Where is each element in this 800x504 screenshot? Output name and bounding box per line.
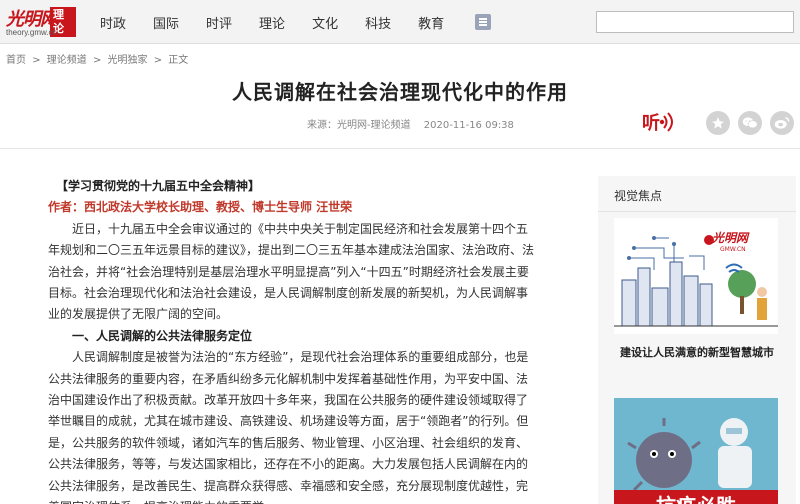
nav-item-politics[interactable]: 时政 — [100, 13, 126, 32]
image-logo-text: 光明网 — [711, 231, 750, 245]
search-input[interactable] — [596, 11, 794, 33]
breadcrumb-home[interactable]: 首页 — [6, 55, 26, 66]
article-paragraph: 人民调解制度是被誉为法治的“东方经验”，是现代社会治理体系的重要组成部分，也是公… — [48, 350, 529, 504]
star-icon[interactable] — [706, 111, 730, 135]
site-logo[interactable]: 光明网 理论 theory.gmw.cn — [6, 4, 76, 40]
article-heading: 【学习贯彻党的十九届五中全会精神】 — [56, 179, 261, 193]
section-heading: 一、人民调解的公共法律服务定位 — [72, 328, 253, 343]
listen-label: 听 — [642, 112, 660, 134]
breadcrumb-theory-channel[interactable]: 理论频道 — [47, 55, 87, 66]
breadcrumb-separator: > — [153, 55, 163, 66]
logo-url: theory.gmw.cn — [6, 28, 57, 37]
header-divider — [0, 148, 800, 149]
image-logo-subtext: GMW.CN — [720, 246, 746, 253]
article-author: 作者：西北政法大学校长助理、教授、博士生导师 汪世荣 — [48, 200, 353, 215]
top-bar: 光明网 理论 theory.gmw.cn 时政 国际 时评 理论 文化 科技 教… — [0, 0, 800, 44]
breadcrumb-exclusive[interactable]: 光明独家 — [108, 55, 148, 66]
menu-icon[interactable] — [475, 14, 492, 30]
listen-icon: 听 — [642, 112, 673, 134]
nav-item-technology[interactable]: 科技 — [365, 13, 391, 32]
article-body: 【学习贯彻党的十九届五中全会精神】 作者：西北政法大学校长助理、教授、博士生导师… — [48, 176, 538, 504]
banner-text: 抗疫必胜 — [656, 494, 736, 504]
smart-city-image[interactable]: 光明网 GMW.CN — [614, 218, 778, 334]
breadcrumb-separator: > — [32, 55, 41, 66]
sidebar-caption-1[interactable]: 建设让人民满意的新型智慧城市 — [598, 344, 796, 360]
sidebar-divider — [598, 211, 796, 212]
article-date: 2020-11-16 09:38 — [423, 120, 514, 131]
article-paragraph: 近日，十九届五中全会审议通过的《中共中央关于制定国民经济和社会发展第十四个五年规… — [48, 221, 535, 322]
article-source: 来源：光明网-理论频道 — [307, 120, 411, 131]
listen-button[interactable]: 听 — [641, 108, 679, 136]
breadcrumb-separator: > — [92, 55, 102, 66]
nav-item-theory[interactable]: 理论 — [259, 13, 285, 32]
sidebar-title: 视觉焦点 — [614, 189, 663, 203]
weibo-icon[interactable] — [770, 111, 794, 135]
nav-item-education[interactable]: 教育 — [418, 13, 444, 32]
breadcrumb-current: 正文 — [168, 55, 189, 66]
wechat-icon[interactable] — [738, 111, 762, 135]
anti-epidemic-image[interactable]: 抗疫必胜 — [614, 398, 778, 504]
main-nav: 时政 国际 时评 理论 文化 科技 教育 — [100, 0, 492, 44]
article-meta: 来源：光明网-理论频道 2020-11-16 09:38 — [307, 116, 524, 131]
sidebar-visual-focus: 视觉焦点 光明网 GMW.CN 建设让人民满意的新型智慧城市 — [598, 176, 796, 504]
nav-item-commentary[interactable]: 时评 — [206, 13, 232, 32]
nav-item-culture[interactable]: 文化 — [312, 13, 338, 32]
breadcrumb: 首页 > 理论频道 > 光明独家 > 正文 — [6, 51, 191, 66]
page-title: 人民调解在社会治理现代化中的作用 — [232, 80, 568, 104]
nav-item-international[interactable]: 国际 — [153, 13, 179, 32]
